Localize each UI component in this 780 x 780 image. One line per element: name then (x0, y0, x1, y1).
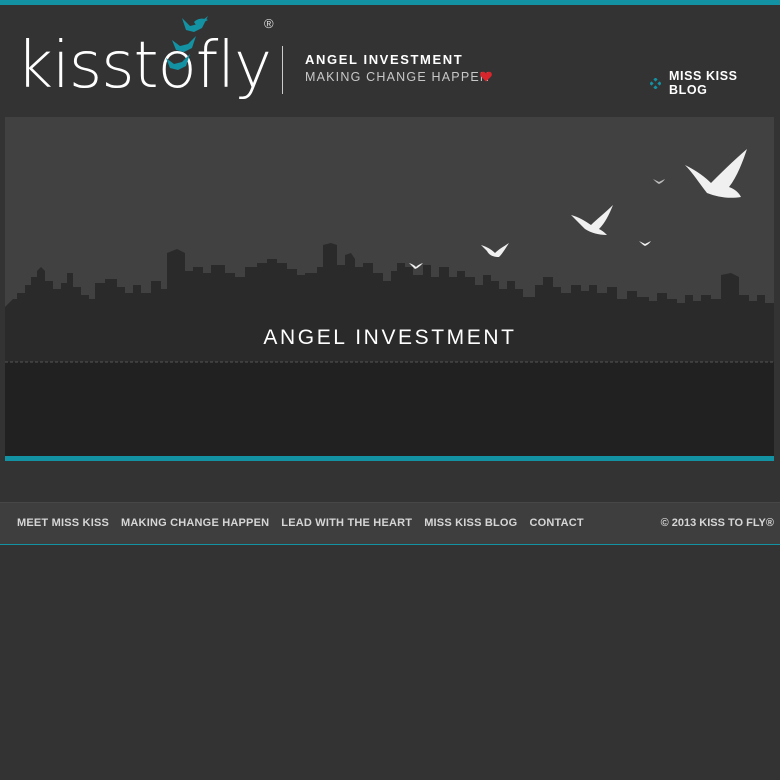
footer-bar: MEET MISS KISS MAKING CHANGE HAPPEN LEAD… (0, 502, 780, 545)
bird-icon (685, 149, 747, 198)
footer-link-meet-miss-kiss[interactable]: MEET MISS KISS (17, 517, 109, 529)
hero-accent-bar (5, 456, 774, 461)
tagline-angel-investment: ANGEL INVESTMENT (305, 52, 464, 67)
hero-banner (5, 117, 774, 456)
hero-title: ANGEL INVESTMENT (263, 326, 517, 349)
footer-link-miss-kiss-blog[interactable]: MISS KISS BLOG (424, 517, 517, 529)
logo-wordmark: kisstofly (16, 29, 272, 103)
top-accent-bar (0, 0, 780, 5)
registered-mark: ® (264, 16, 274, 31)
bird-icon (409, 263, 423, 269)
miss-kiss-blog-link[interactable]: MISS KISS BLOG (650, 69, 780, 97)
footer-nav: MEET MISS KISS MAKING CHANGE HAPPEN LEAD… (17, 517, 584, 529)
footer-link-lead-with-the-heart[interactable]: LEAD WITH THE HEART (281, 517, 412, 529)
tagline-making-change-happen: MAKING CHANGE HAPPEN (305, 70, 491, 84)
flying-birds (409, 149, 747, 269)
footer-link-contact[interactable]: CONTACT (529, 517, 583, 529)
header-divider (282, 46, 283, 94)
bird-icon (653, 179, 665, 184)
blog-link-label: MISS KISS BLOG (668, 69, 738, 97)
bird-icon (639, 241, 651, 246)
kisstofly-logo[interactable]: kisstofly ® (14, 12, 284, 112)
logo-bird-icon (166, 16, 208, 70)
diamonds-icon (650, 77, 661, 89)
copyright-text: © 2013 KISS TO FLY® (660, 517, 774, 529)
bird-icon (571, 205, 613, 235)
footer-link-making-change-happen[interactable]: MAKING CHANGE HAPPEN (121, 517, 269, 529)
bird-icon (481, 243, 509, 257)
heart-icon (480, 71, 492, 82)
